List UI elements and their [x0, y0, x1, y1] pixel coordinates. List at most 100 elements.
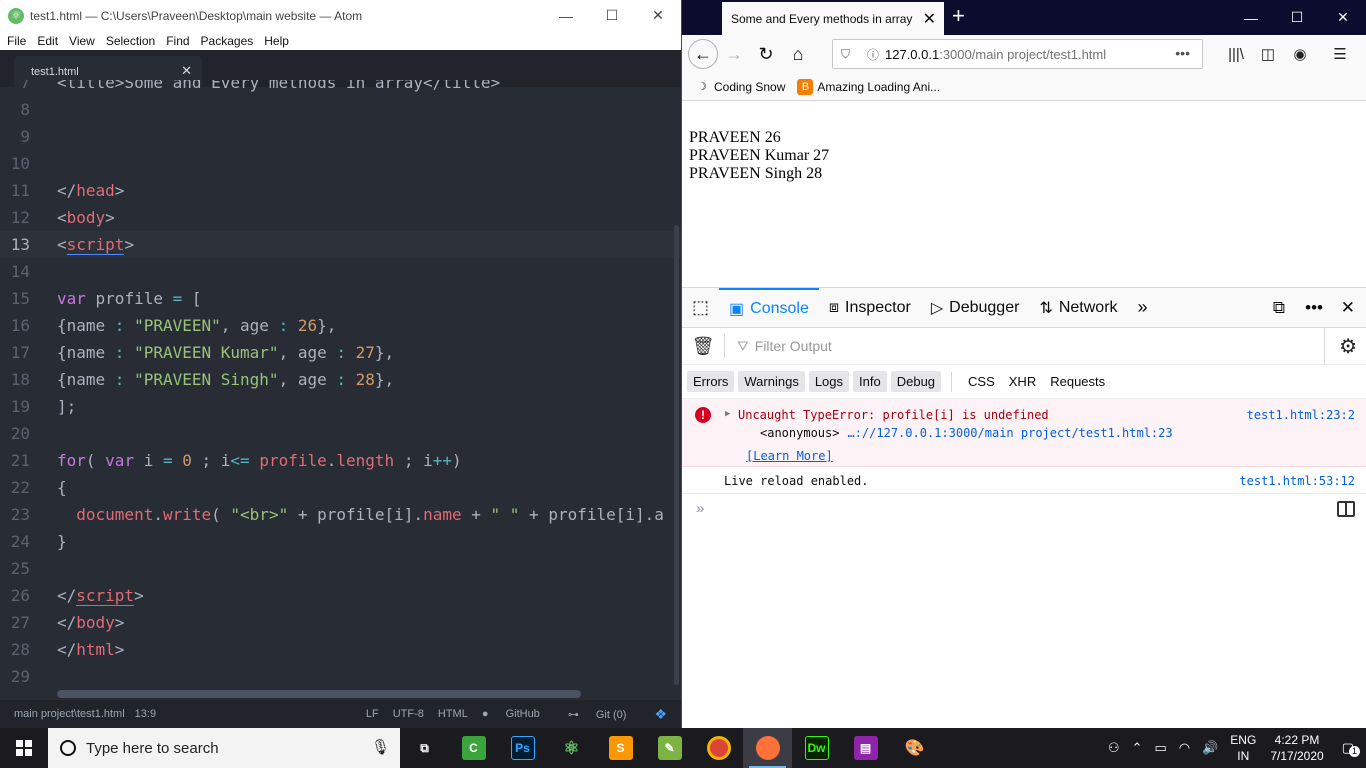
status-git[interactable]: ⊶ Git (0)	[568, 708, 641, 721]
expand-arrow-icon[interactable]: ▶	[725, 409, 730, 419]
back-button[interactable]: ←	[688, 39, 718, 69]
error-source-link[interactable]: test1.html:23:2	[1247, 408, 1355, 422]
status-line-ending[interactable]: LF	[366, 708, 379, 720]
shield-icon[interactable]: ⛉	[841, 47, 859, 62]
menu-find[interactable]: Find	[161, 34, 195, 48]
taskbar-search-box[interactable]: Type here to search 🎙	[48, 728, 400, 768]
filter-debug[interactable]: Debug	[890, 371, 942, 392]
code-editor[interactable]: 7 <title>Some and Every methods in array<…	[0, 80, 681, 690]
browser-close-button[interactable]: ✕	[1320, 0, 1366, 35]
bookmark-amazing-loading[interactable]: B Amazing Loading Ani...	[797, 78, 940, 95]
bookmark-coding-snow[interactable]: ☽ Coding Snow	[694, 79, 785, 95]
filter-requests[interactable]: Requests	[1043, 371, 1112, 392]
url-bar[interactable]: ⛉ ⓘ 127.0.0.1:3000/main project/test1.ht…	[832, 39, 1203, 69]
menu-packages[interactable]: Packages	[196, 34, 260, 48]
taskbar-app-photoshop[interactable]: Ps	[498, 728, 547, 768]
filter-output-input[interactable]: Filter Output	[755, 338, 832, 354]
minimize-button[interactable]: —	[543, 0, 589, 31]
inspector-icon: ⧈	[828, 298, 840, 316]
start-button[interactable]	[0, 728, 48, 768]
code-line: 22{	[10, 478, 67, 497]
menu-help[interactable]: Help	[259, 34, 295, 48]
menu-selection[interactable]: Selection	[101, 34, 161, 48]
home-button[interactable]: ⌂	[782, 38, 814, 70]
close-button[interactable]: ✕	[635, 0, 681, 31]
status-encoding[interactable]: UTF-8	[393, 708, 424, 720]
browser-minimize-button[interactable]: —	[1228, 0, 1274, 35]
filter-warnings[interactable]: Warnings	[738, 371, 805, 392]
tab-inspector[interactable]: ⧈ Inspector	[819, 288, 921, 328]
element-picker-icon[interactable]: ⬚	[682, 288, 719, 328]
editor-horizontal-scrollbar[interactable]	[57, 690, 581, 698]
input-language[interactable]: ENG IN	[1230, 732, 1256, 764]
taskbar-app-sublime[interactable]: S	[596, 728, 645, 768]
task-view-button[interactable]: ⧉	[400, 728, 449, 768]
chevron-up-icon[interactable]: ⌃	[1132, 740, 1143, 756]
filter-logs[interactable]: Logs	[808, 371, 850, 392]
menu-view[interactable]: View	[64, 34, 101, 48]
stack-location-link[interactable]: …://127.0.0.1:3000/main project/test1.ht…	[847, 426, 1172, 440]
forward-button[interactable]: →	[718, 38, 750, 70]
gear-icon[interactable]: ⚙	[1339, 334, 1357, 359]
people-icon[interactable]: ⚇	[1108, 740, 1120, 756]
sidebar-icon[interactable]: ◫	[1252, 39, 1284, 69]
editor-vertical-scrollbar[interactable]	[674, 225, 679, 685]
more-tabs-icon[interactable]: »	[1128, 288, 1158, 328]
filter-css[interactable]: CSS	[961, 371, 1002, 392]
hamburger-menu-icon[interactable]: ☰	[1324, 39, 1356, 69]
microphone-icon[interactable]: 🎙	[371, 738, 390, 756]
notepad-icon: ✎	[657, 736, 682, 760]
teletype-icon[interactable]: ❖	[654, 706, 667, 723]
close-tab-icon[interactable]: ✕	[923, 9, 936, 29]
wifi-icon[interactable]: ◠	[1179, 740, 1190, 756]
notifications-icon[interactable]: ▢ 1	[1342, 740, 1360, 757]
volume-icon[interactable]: 🔊	[1202, 740, 1218, 756]
page-actions-icon[interactable]: •••	[1175, 45, 1190, 61]
trash-icon[interactable]: 🗑	[682, 336, 724, 357]
browser-maximize-button[interactable]: ☐	[1274, 0, 1320, 35]
atom-icon: ⚛	[563, 737, 580, 758]
browser-tab-active[interactable]: Some and Every methods in array ✕	[722, 2, 944, 35]
battery-icon[interactable]: ▭	[1154, 740, 1166, 756]
maximize-button[interactable]: ☐	[589, 0, 635, 31]
reload-button[interactable]: ↻	[750, 38, 782, 70]
taskbar-app-firefox[interactable]	[743, 728, 792, 768]
taskbar-app-atom[interactable]: ⚛	[547, 728, 596, 768]
close-tab-icon[interactable]: ✕	[181, 63, 192, 79]
console-input[interactable]: »	[682, 494, 1366, 526]
taskbar-app-chrome[interactable]	[694, 728, 743, 768]
learn-more-link[interactable]: [Learn More]	[746, 449, 833, 463]
taskbar-app-notepad[interactable]: ✎	[645, 728, 694, 768]
log-source-link[interactable]: test1.html:53:12	[1239, 474, 1355, 488]
taskbar-app-camtasia[interactable]: C	[449, 728, 498, 768]
taskbar-app-paint[interactable]: 🎨	[890, 728, 939, 768]
taskbar-app-dreamweaver[interactable]: Dw	[792, 728, 841, 768]
filter-info[interactable]: Info	[853, 371, 887, 392]
status-cursor-position[interactable]: 13:9	[135, 708, 156, 720]
code-line: 27 </body>	[10, 613, 125, 632]
tab-network[interactable]: ⇅ Network	[1029, 288, 1127, 328]
filter-xhr[interactable]: XHR	[1002, 371, 1043, 392]
editor-mode-toggle-icon[interactable]	[1337, 501, 1355, 517]
clock[interactable]: 4:22 PM 7/17/2020	[1270, 732, 1323, 764]
taskbar-app-winrar[interactable]: ▤	[841, 728, 890, 768]
dock-icon[interactable]: ⧉	[1273, 288, 1285, 328]
status-grammar[interactable]: HTML	[438, 708, 468, 720]
tab-console[interactable]: ▣ Console	[719, 287, 819, 328]
filter-errors[interactable]: Errors	[687, 371, 735, 392]
sublime-icon: S	[608, 736, 633, 760]
account-icon[interactable]: ◉	[1284, 39, 1316, 69]
camtasia-icon: C	[461, 736, 486, 760]
devtools-close-icon[interactable]: ✕	[1341, 288, 1355, 328]
menu-file[interactable]: File	[2, 34, 32, 48]
console-error-message: ! ▶ Uncaught TypeError: profile[i] is un…	[682, 399, 1366, 467]
tab-debugger[interactable]: ▷ Debugger	[921, 288, 1030, 328]
status-file-path[interactable]: main project\test1.html	[14, 708, 125, 720]
library-icon[interactable]: |||\	[1220, 39, 1252, 69]
devtools-options-icon[interactable]: •••	[1305, 288, 1323, 328]
git-icon: ⊶	[567, 708, 579, 721]
menu-edit[interactable]: Edit	[32, 34, 64, 48]
new-tab-button[interactable]: +	[952, 3, 965, 29]
info-icon[interactable]: ⓘ	[867, 46, 885, 63]
status-github[interactable]: ● GitHub	[482, 708, 554, 720]
